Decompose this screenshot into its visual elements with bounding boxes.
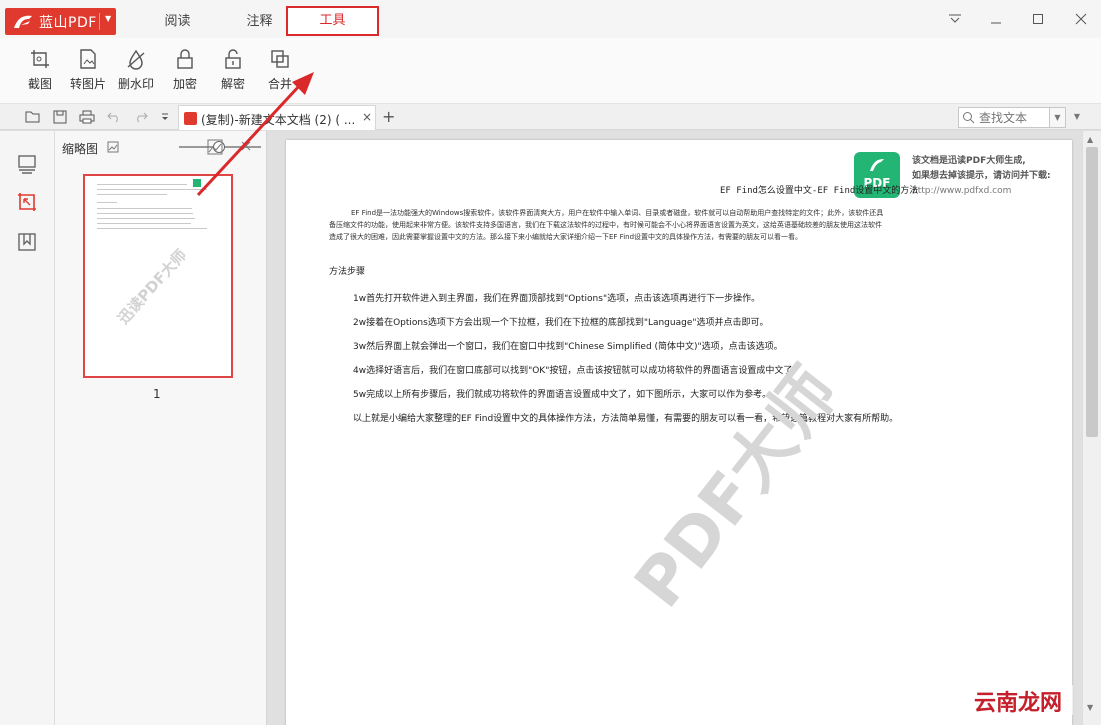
document-title: EF Find怎么设置中文-EF Find设置中文的方法 [720, 186, 919, 196]
site-watermark: 云南龙网 [963, 685, 1073, 716]
tool-label: 删水印 [117, 77, 154, 91]
thumbnails-icon [18, 155, 36, 174]
thumbnail-watermark: 迅读PDF大师 [114, 245, 191, 328]
chevron-down-icon[interactable]: ▼ [1069, 107, 1085, 128]
tool-label: 转图片 [69, 77, 106, 91]
image-large-icon [207, 139, 223, 155]
page-thumbnail[interactable]: 迅读PDF大师 [83, 174, 233, 378]
app-logo-icon [11, 12, 35, 32]
side-rail [0, 131, 55, 725]
document-tab[interactable]: (复制)-新建文本文档 (2) ( ... × [178, 105, 376, 130]
remove-watermark-icon [127, 49, 145, 70]
crop-page-button[interactable] [14, 189, 40, 215]
section-heading: 方法步骤 [329, 267, 366, 277]
maximize-icon[interactable] [1027, 10, 1049, 28]
image-small-icon [107, 141, 119, 153]
tab-annotate[interactable]: 注释 [232, 10, 287, 32]
title-bar: 蓝山PDF ▼ 阅读 注释 工具 [0, 0, 1101, 38]
bookmarks-panel-button[interactable] [14, 229, 40, 255]
merge-button[interactable]: 合并 [257, 48, 303, 100]
app-name: 蓝山PDF [39, 14, 97, 31]
close-icon[interactable] [1070, 10, 1092, 28]
scroll-up-icon[interactable]: ▲ [1087, 135, 1093, 144]
tool-label: 解密 [220, 77, 245, 91]
quick-access-menu-icon[interactable] [156, 108, 174, 126]
search-box[interactable] [958, 107, 1050, 128]
pdf-file-icon [184, 112, 197, 125]
notice-line: 如果想去掉该提示，请访问并下载: [912, 171, 1051, 181]
scroll-down-icon[interactable]: ▼ [1087, 703, 1093, 712]
tool-label: 加密 [172, 77, 197, 91]
open-folder-icon[interactable] [24, 108, 42, 126]
chevron-down-icon[interactable]: ▼ [105, 14, 111, 23]
step-line: 5w完成以上所有步骤后，我们就成功将软件的界面语言设置成中文了，如下图所示，大家… [353, 390, 772, 400]
crop-icon [18, 193, 36, 211]
tab-read[interactable]: 阅读 [150, 10, 205, 32]
to-image-button[interactable]: 转图片 [65, 48, 111, 100]
close-tab-icon[interactable]: × [362, 110, 372, 124]
generated-notice: 该文档是迅读PDF大师生成, 如果想去掉该提示，请访问并下载: http://w… [912, 154, 1051, 199]
thumbnail-panel: 缩略图 迅读PDF大师 1 [55, 131, 267, 725]
menu-icon[interactable] [944, 10, 966, 28]
screenshot-button[interactable]: 截图 [17, 48, 63, 100]
save-icon[interactable] [51, 108, 69, 126]
tool-label: 合并 [267, 77, 292, 91]
tab-tools[interactable]: 工具 [286, 6, 379, 36]
thumbnails-panel-button[interactable] [14, 151, 40, 177]
step-line: 4w选择好语言后，我们在窗口底部可以找到"OK"按钮，点击该按钮就可以成功将软件… [353, 366, 802, 376]
step-line: 3w然后界面上就会弹出一个窗口，我们在窗口中找到"Chinese Simplif… [353, 342, 783, 352]
scrollbar-thumb[interactable] [1086, 147, 1098, 437]
redo-icon[interactable] [132, 108, 150, 126]
tool-label: 截图 [27, 77, 52, 91]
document-viewer[interactable]: PDF 该文档是迅读PDF大师生成, 如果想去掉该提示，请访问并下载: http… [268, 131, 1101, 725]
vertical-scrollbar[interactable]: ▲ ▼ [1082, 131, 1101, 725]
bookmark-icon [18, 233, 36, 251]
notice-url: http://www.pdfxd.com [912, 186, 1012, 196]
app-menu-button[interactable]: 蓝山PDF ▼ [5, 8, 116, 35]
new-tab-button[interactable]: + [382, 107, 395, 126]
notice-line: 该文档是迅读PDF大师生成, [912, 156, 1026, 166]
to-image-icon [80, 49, 96, 69]
decrypt-button[interactable]: 解密 [210, 48, 256, 100]
lock-icon [177, 49, 193, 69]
tools-ribbon: 截图 转图片 删水印 加密 解密 合并 [0, 38, 1101, 104]
pdf-logo-icon [870, 159, 884, 171]
screenshot-icon [31, 50, 49, 68]
search-options-dropdown[interactable]: ▼ [1050, 107, 1066, 128]
undo-icon[interactable] [105, 108, 123, 126]
remove-watermark-button[interactable]: 删水印 [113, 48, 159, 100]
document-tab-title: (复制)-新建文本文档 (2) ( ... [201, 113, 356, 127]
unlock-icon [225, 49, 241, 69]
pdf-badge-icon [193, 179, 201, 187]
pdf-page: PDF 该文档是迅读PDF大师生成, 如果想去掉该提示，请访问并下载: http… [286, 140, 1072, 725]
encrypt-button[interactable]: 加密 [162, 48, 208, 100]
page-number: 1 [153, 387, 161, 401]
search-input[interactable] [977, 109, 1047, 126]
print-icon[interactable] [78, 108, 96, 126]
thumbnail-panel-title: 缩略图 [62, 142, 99, 156]
merge-icon [271, 50, 289, 68]
close-icon [241, 141, 251, 151]
search-icon [963, 112, 975, 124]
minimize-icon[interactable] [985, 10, 1007, 28]
document-intro: EF Find是一法功能强大的Windows搜索软件，该软件界面清爽大方，用户在… [329, 209, 884, 241]
document-tab-strip: (复制)-新建文本文档 (2) ( ... × + ▼ ▼ [0, 104, 1101, 130]
divider [99, 13, 100, 30]
step-line: 1w首先打开软件进入到主界面，我们在界面顶部找到"Options"选项，点击该选… [353, 294, 761, 304]
step-line: 2w接着在Options选项下方会出现一个下拉框，我们在下拉框的底部找到"Lan… [353, 318, 769, 328]
